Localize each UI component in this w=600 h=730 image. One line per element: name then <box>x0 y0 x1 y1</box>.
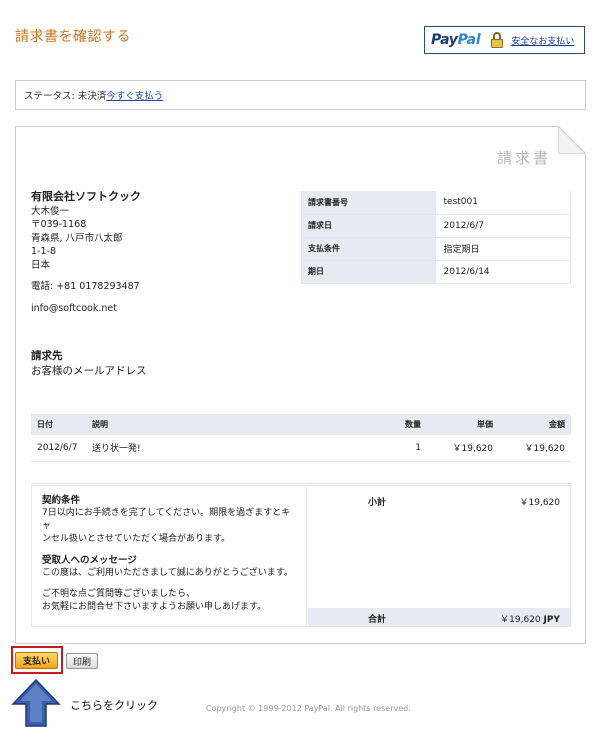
terms-line: 7日以内にお手続きを完了してください。期限を過ぎますとキャ <box>42 508 291 531</box>
pay-button[interactable]: 支払い <box>15 652 58 669</box>
item-unit-price: ￥19,620 <box>427 435 499 462</box>
seller-email: info@softcook.net <box>31 302 117 314</box>
terms-left: 契約条件 7日以内にお手続きを完了してください。期限を過ぎますとキャ ンセル扱い… <box>32 486 307 626</box>
col-date: 日付 <box>31 414 86 435</box>
meta-row: 期日 2012/6/14 <box>301 260 571 284</box>
items-header-row: 日付 説明 数量 単価 金額 <box>31 414 571 435</box>
meta-label: 請求日 <box>301 214 435 238</box>
meta-value: 指定期日 <box>434 237 571 261</box>
blank-row <box>31 461 571 484</box>
status-label: ステータス: 未決済 <box>24 91 107 102</box>
bill-to-value: お客様のメールアドレス <box>31 365 147 377</box>
page-corner-icon <box>558 126 586 154</box>
lock-icon <box>490 32 504 48</box>
seller-phone: 電話: +81 0178293487 <box>31 281 140 292</box>
col-unit-price: 単価 <box>427 414 499 435</box>
total-row: 合計 ￥19,620 JPY <box>308 608 570 626</box>
seller-info: 有限会社ソフトクック 大木俊一 〒039-1168 青森県, 八戸市八太郎 1-… <box>31 190 141 315</box>
meta-row: 支払条件 指定期日 <box>301 237 571 261</box>
items-table: 日付 説明 数量 単価 金額 2012/6/7 送り状一発! 1 ￥19,620… <box>31 414 571 484</box>
invoice-meta-table: 請求書番号 test001 請求日 2012/6/7 支払条件 指定期日 期日 2012… <box>301 191 571 284</box>
meta-label: 期日 <box>301 260 435 284</box>
terms-section: 契約条件 7日以内にお手続きを完了してください。期限を過ぎますとキャ ンセル扱い… <box>31 485 571 627</box>
col-amount: 金額 <box>499 414 571 435</box>
bill-to-label: 請求先 <box>31 350 63 362</box>
click-note: こちらをクリック <box>70 699 158 712</box>
total-value: ￥19,620 <box>500 615 541 625</box>
invoice-heading: 請求書 <box>496 149 551 167</box>
subtotal-value: ￥19,620 <box>519 498 561 508</box>
seller-address2: 1-1-8 <box>31 246 56 257</box>
seller-company: 有限会社ソフトクック <box>31 190 141 203</box>
seller-address1: 青森県, 八戸市八太郎 <box>31 232 123 244</box>
bill-to: 請求先 お客様のメールアドレス <box>31 349 147 379</box>
message-line: ご不明な点ご質問等ございましたら、 <box>42 589 196 599</box>
item-date: 2012/6/7 <box>31 435 86 462</box>
col-description: 説明 <box>86 414 367 435</box>
invoice-panel: 請求書 有限会社ソフトクック 大木俊一 〒039-1168 青森県, 八戸市八太… <box>15 126 586 644</box>
message-label: 受取人へのメッセージ <box>42 555 137 566</box>
item-amount: ￥19,620 <box>499 435 571 462</box>
meta-label: 請求書番号 <box>301 191 435 215</box>
terms-line: ンセル扱いとさせていただく場合があります。 <box>42 534 231 544</box>
message-line: お気軽にお問合せ下さいますようお願い申しあげます。 <box>42 602 267 612</box>
seller-contact: 大木俊一 <box>31 205 70 217</box>
message-line: この度は、ご利用いただきまして誠にありがとうございます。 <box>42 568 293 578</box>
total-label: 合計 <box>368 615 387 625</box>
subtotal-label: 小計 <box>368 498 387 508</box>
item-description: 送り状一発! <box>86 435 367 462</box>
totals-panel: 小計 ￥19,620 合計 ￥19,620 JPY <box>308 486 570 626</box>
terms-label: 契約条件 <box>42 495 81 506</box>
page-title: 請求書を確認する <box>15 29 131 45</box>
meta-value: 2012/6/7 <box>434 214 571 238</box>
arrow-up-icon <box>11 678 61 730</box>
paypal-badge: PayPal 安全なお支払い <box>424 26 585 54</box>
meta-row: 請求日 2012/6/7 <box>301 214 571 238</box>
col-quantity: 数量 <box>367 414 427 435</box>
paypal-logo: PayPal <box>431 32 481 48</box>
secure-payment-link[interactable]: 安全なお支払い <box>511 34 574 47</box>
pay-now-link[interactable]: 今すぐ支払う <box>106 88 163 102</box>
print-button[interactable]: 印刷 <box>66 653 98 669</box>
meta-value: test001 <box>434 191 571 215</box>
item-quantity: 1 <box>367 435 427 462</box>
status-bar: ステータス: 未決済 今すぐ支払う <box>15 80 586 110</box>
meta-row: 請求書番号 test001 <box>301 191 571 215</box>
total-currency: JPY <box>543 615 560 625</box>
table-row: 2012/6/7 送り状一発! 1 ￥19,620 ￥19,620 <box>31 435 571 462</box>
meta-label: 支払条件 <box>301 237 435 261</box>
seller-country: 日本 <box>31 259 51 271</box>
seller-postal: 〒039-1168 <box>31 219 87 230</box>
copyright: Copyright © 1999-2012 PayPal. All rights… <box>206 704 411 713</box>
meta-value: 2012/6/14 <box>434 260 571 284</box>
total-value-wrap: ￥19,620 JPY <box>500 612 560 625</box>
